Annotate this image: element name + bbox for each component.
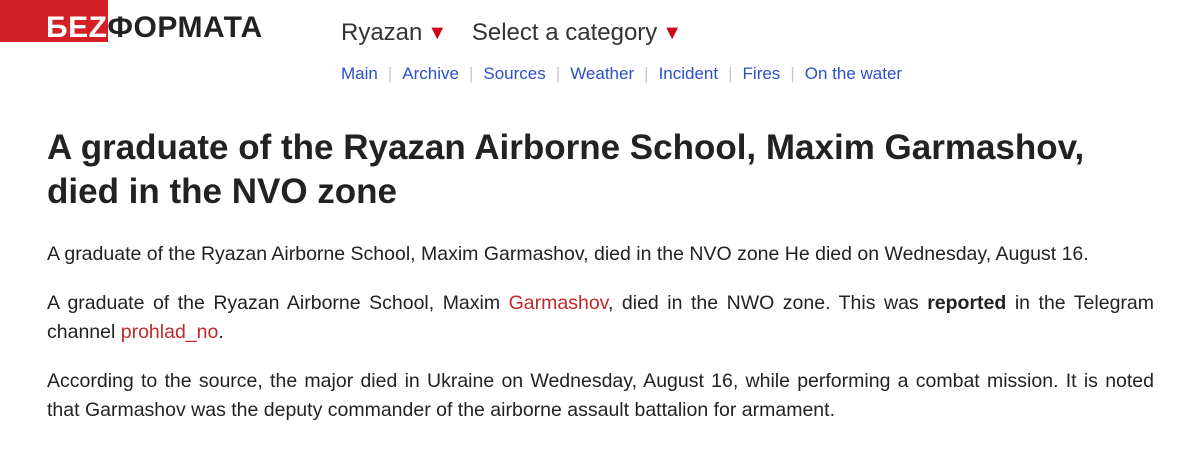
page: БЕZФОРМАТА Ryazan ▼ Select a category ▼ Ma…: [0, 0, 1192, 468]
p2-bold-reported: reported: [927, 292, 1007, 314]
nav-link-archive[interactable]: Archive: [402, 64, 459, 83]
nav-link-fires[interactable]: Fires: [743, 64, 781, 83]
person-name-link[interactable]: Garmashov: [509, 292, 608, 314]
article-paragraph-3: According to the source, the major died …: [47, 370, 1154, 421]
p2-text-2: , died in the NWO zone. This was: [607, 292, 928, 314]
nav-link-main[interactable]: Main: [341, 64, 378, 83]
nav-separator: |: [387, 64, 393, 83]
p2-text-1: A graduate of the Ryazan Airborne School…: [47, 292, 509, 314]
site-logo[interactable]: БЕZФОРМАТА: [0, 0, 290, 50]
city-selector-label: Ryazan: [341, 19, 423, 46]
nav-separator: |: [468, 64, 474, 83]
category-selector-label: Select a category: [471, 19, 658, 46]
category-selector[interactable]: Select a category ▼: [472, 18, 682, 49]
logo-text-part2: ФОРМАТА: [107, 11, 263, 44]
city-selector[interactable]: Ryazan ▼: [341, 18, 447, 49]
city-dropdown-caret-icon: ▼: [427, 22, 448, 44]
header-selectors: Ryazan ▼ Select a category ▼: [341, 18, 682, 49]
article-title: A graduate of the Ryazan Airborne School…: [47, 128, 1085, 211]
article-body: A graduate of the Ryazan Airborne School…: [47, 240, 1154, 445]
telegram-channel-link[interactable]: prohlad_no: [121, 321, 219, 343]
nav-link-incident[interactable]: Incident: [659, 64, 719, 83]
nav-separator: |: [644, 64, 649, 83]
logo-text: БЕZФОРМАТА: [46, 11, 263, 45]
nav-separator: |: [555, 64, 561, 83]
nav-link-weather[interactable]: Weather: [570, 64, 634, 83]
category-dropdown-caret-icon: ▼: [662, 22, 683, 44]
nav-link-on-the-water[interactable]: On the water: [805, 64, 902, 83]
article-summary: A graduate of the Ryazan Airborne School…: [47, 243, 1089, 265]
nav-separator: |: [728, 64, 733, 83]
p2-text-end: .: [218, 321, 224, 343]
main-nav: Main | Archive | Sources | Weather | Incident | Fi…: [341, 63, 902, 85]
logo-text-part1: БЕZ: [46, 11, 108, 44]
article-paragraph-2: A graduate of the Ryazan Airborne School…: [47, 289, 1154, 347]
nav-link-sources[interactable]: Sources: [483, 64, 545, 83]
nav-separator: |: [790, 64, 795, 83]
